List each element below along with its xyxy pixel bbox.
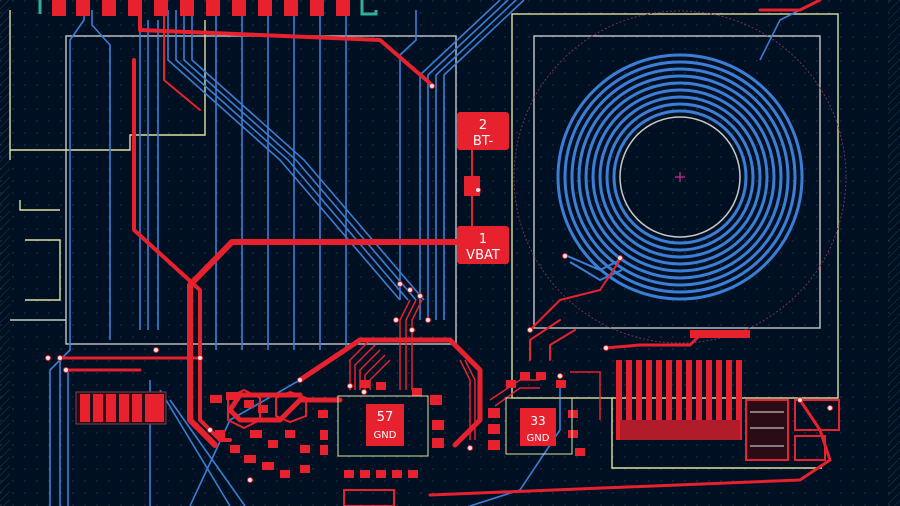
pad-bt-minus-net: BT- — [473, 134, 494, 149]
battery-connector-part[interactable] — [464, 176, 480, 196]
chip-u-right-net: GND — [527, 433, 550, 444]
pad-bt-minus-number: 2 — [479, 118, 487, 133]
pad-bt-minus[interactable]: 2 BT- — [457, 112, 509, 150]
chip-u-left-number: 57 — [377, 410, 394, 425]
pad-vbat[interactable]: 1 VBAT — [457, 226, 509, 264]
pad-vbat-net: VBAT — [466, 248, 500, 263]
pcb-layout-canvas[interactable]: 57 GND 33 GND 2 BT- 1 VBAT — [0, 0, 900, 506]
pad-vbat-number: 1 — [479, 232, 487, 247]
edge-hatch-left — [0, 0, 10, 506]
chip-u-left-net: GND — [374, 430, 397, 441]
chip-u-right-number: 33 — [530, 414, 545, 428]
left-pad-row[interactable] — [75, 391, 167, 425]
edge-hatch-right — [888, 0, 900, 506]
